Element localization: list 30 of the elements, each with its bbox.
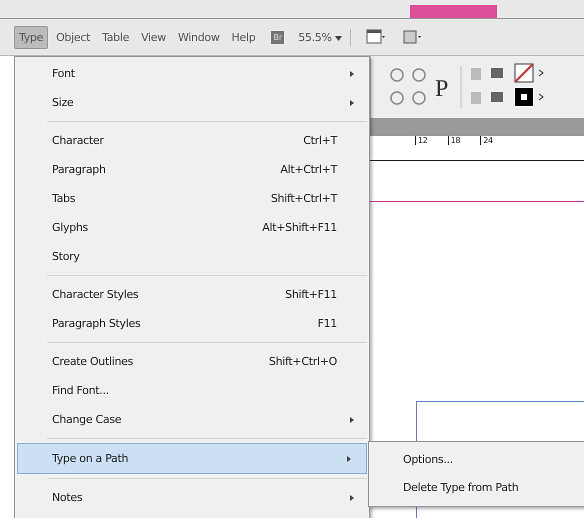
menu-item[interactable]: Type on a Path <box>17 443 367 474</box>
menu-item[interactable]: Find Font... <box>15 376 369 405</box>
menu-title[interactable]: Object <box>52 26 94 48</box>
menu-item[interactable]: Character Styles Shift+F11 <box>15 280 369 309</box>
menu-item[interactable]: Size <box>15 88 369 117</box>
menu-item[interactable]: Paragraph Styles F11 <box>15 309 369 338</box>
ruler-label: 12 <box>415 136 428 145</box>
menu-item[interactable]: Glyphs Alt+Shift+F11 <box>15 213 369 242</box>
menu-item[interactable]: Paragraph Alt+Ctrl+T <box>15 155 369 184</box>
frame-icon[interactable] <box>400 28 423 46</box>
menu-title[interactable]: Table <box>98 26 134 48</box>
menu-item[interactable]: Notes <box>15 483 369 512</box>
menu-item[interactable]: Create Outlines Shift+Ctrl+O <box>15 347 369 376</box>
caret-icon <box>334 36 342 40</box>
menu-title[interactable]: Help <box>228 26 260 48</box>
menu-item[interactable]: Tabs Shift+Ctrl+T <box>15 184 369 213</box>
menu-title[interactable]: Type <box>14 26 48 48</box>
menu-item[interactable]: Character Ctrl+T <box>15 126 369 155</box>
menu-title[interactable]: View <box>137 26 170 48</box>
ruler-label: 24 <box>480 136 493 145</box>
ruler-label: 18 <box>448 136 460 145</box>
menu-item[interactable]: Delete Type from Path <box>369 474 584 502</box>
screen-mode-icon[interactable] <box>364 28 387 46</box>
menu-item[interactable]: Options... <box>369 446 584 474</box>
menu-item[interactable]: Change Case <box>15 405 369 434</box>
menu-item[interactable]: Font <box>15 59 369 88</box>
menu-item[interactable]: Story <box>15 242 369 271</box>
menu-title[interactable]: Window <box>174 26 224 48</box>
toolbar-icons-drawing[interactable]: P <box>377 58 567 116</box>
zoom-dropdown[interactable]: 55.5% <box>298 28 351 46</box>
